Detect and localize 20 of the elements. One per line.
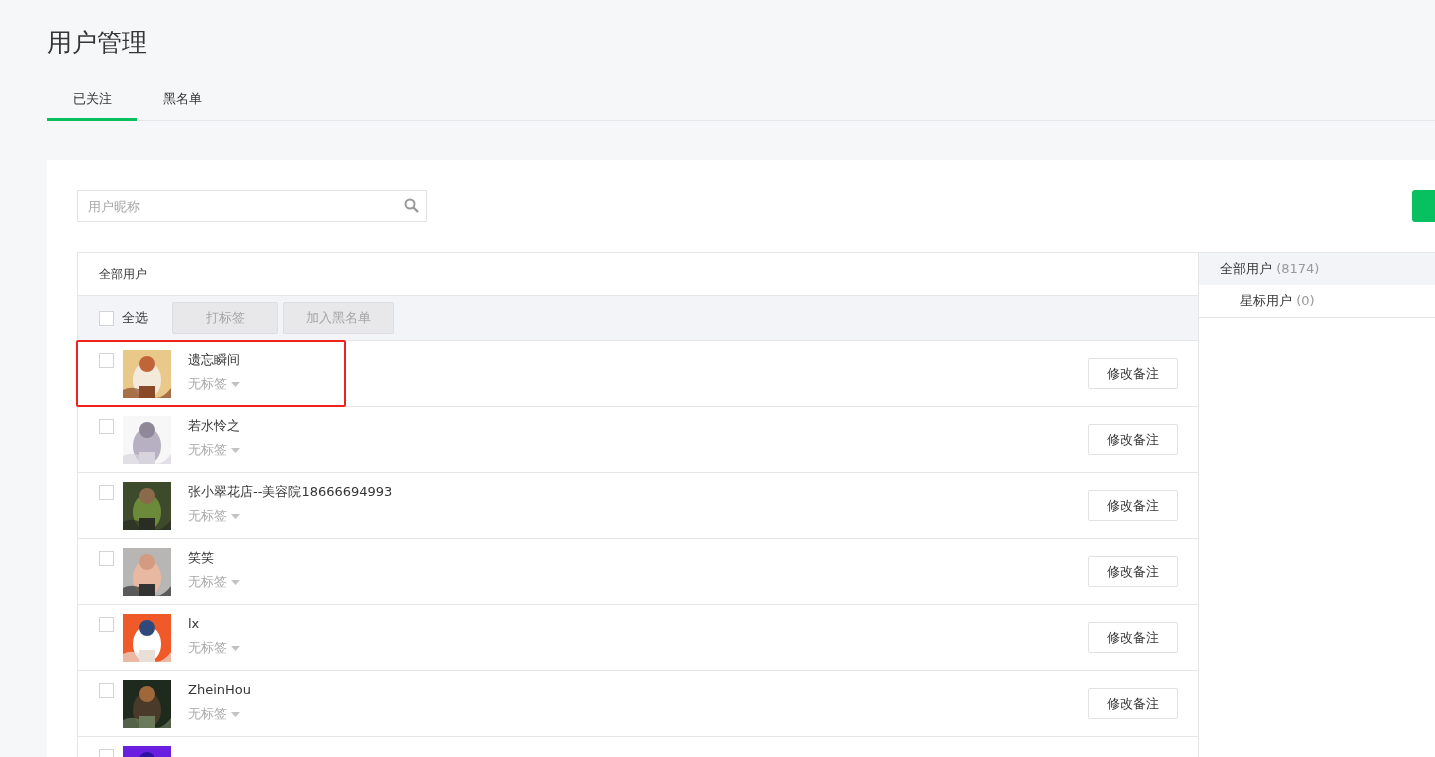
group-item[interactable]: 星标用户 (0) (1199, 285, 1435, 318)
user-name: lx (188, 615, 201, 633)
group-item[interactable]: 全部用户 (8174) (1199, 253, 1435, 285)
edit-note-button[interactable]: 修改备注 (1088, 424, 1178, 455)
user-name: 张小翠花店--美容院18666694993 (188, 483, 394, 501)
select-all-label: 全选 (122, 309, 148, 327)
table-heading: 全部用户 (99, 265, 147, 283)
search-field[interactable]: 用户昵称 (77, 190, 427, 222)
edit-note-button[interactable]: 修改备注 (1088, 358, 1178, 389)
edit-note-button[interactable]: 修改备注 (1088, 688, 1178, 719)
user-name: 笑笑 (188, 549, 215, 567)
edit-note-button[interactable]: 修改备注 (1088, 622, 1178, 653)
user-name: 遗忘瞬间 (188, 351, 241, 369)
page-title: 用户管理 (47, 27, 148, 59)
edit-note-button[interactable]: 修改备注 (1088, 556, 1178, 587)
user-name: 若水怜之 (188, 417, 241, 435)
edit-note-button[interactable]: 修改备注 (1088, 490, 1178, 521)
tab[interactable]: 已关注 (47, 81, 137, 121)
tab[interactable]: 黑名单 (137, 81, 227, 121)
user-name: ZheinHou (188, 681, 252, 699)
